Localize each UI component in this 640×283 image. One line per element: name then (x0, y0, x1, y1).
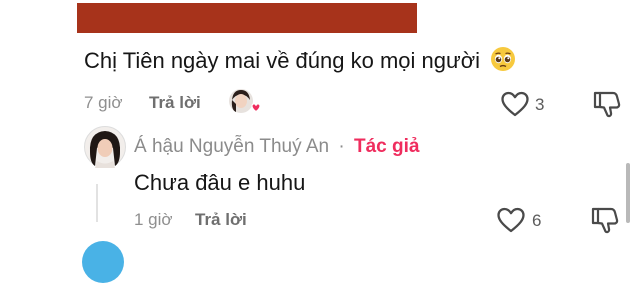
pleading-face-emoji-icon (490, 46, 516, 78)
comment-text: Chị Tiên ngày mai về đúng ko mọi người (84, 47, 481, 73)
reply-like-count: 6 (532, 211, 542, 230)
author-avatar[interactable] (84, 126, 126, 173)
scrollbar[interactable] (626, 163, 630, 223)
redacted-username-block (77, 3, 417, 33)
reply-reply-button[interactable]: Trả lời (195, 210, 247, 230)
author-separator: · (338, 136, 345, 157)
reply-author-name[interactable]: Á hậu Nguyễn Thuý An (134, 136, 329, 157)
comment-text-row: Chị Tiên ngày mai về đúng ko mọi người (84, 46, 516, 78)
dislike-thumbs-down-icon[interactable] (591, 89, 623, 124)
thread-connector-line (96, 184, 98, 222)
author-creator-badge: Tác giả (353, 136, 420, 157)
reply-like-heart-icon[interactable] (496, 206, 526, 239)
comment-like-count: 3 (535, 95, 545, 114)
like-heart-icon[interactable] (500, 90, 530, 123)
reply-author-line: Á hậu Nguyễn Thuý An · Tác giả (134, 136, 419, 158)
reply-time: 1 giờ (134, 210, 173, 229)
reply-text: Chưa đâu e huhu (134, 170, 306, 195)
next-comment-avatar[interactable] (82, 241, 124, 283)
comment-reply-button[interactable]: Trả lời (149, 93, 201, 113)
reply-dislike-thumbs-down-icon[interactable] (589, 205, 621, 240)
creator-liked-avatar-icon (228, 88, 261, 121)
comment-time: 7 giờ (84, 93, 123, 112)
